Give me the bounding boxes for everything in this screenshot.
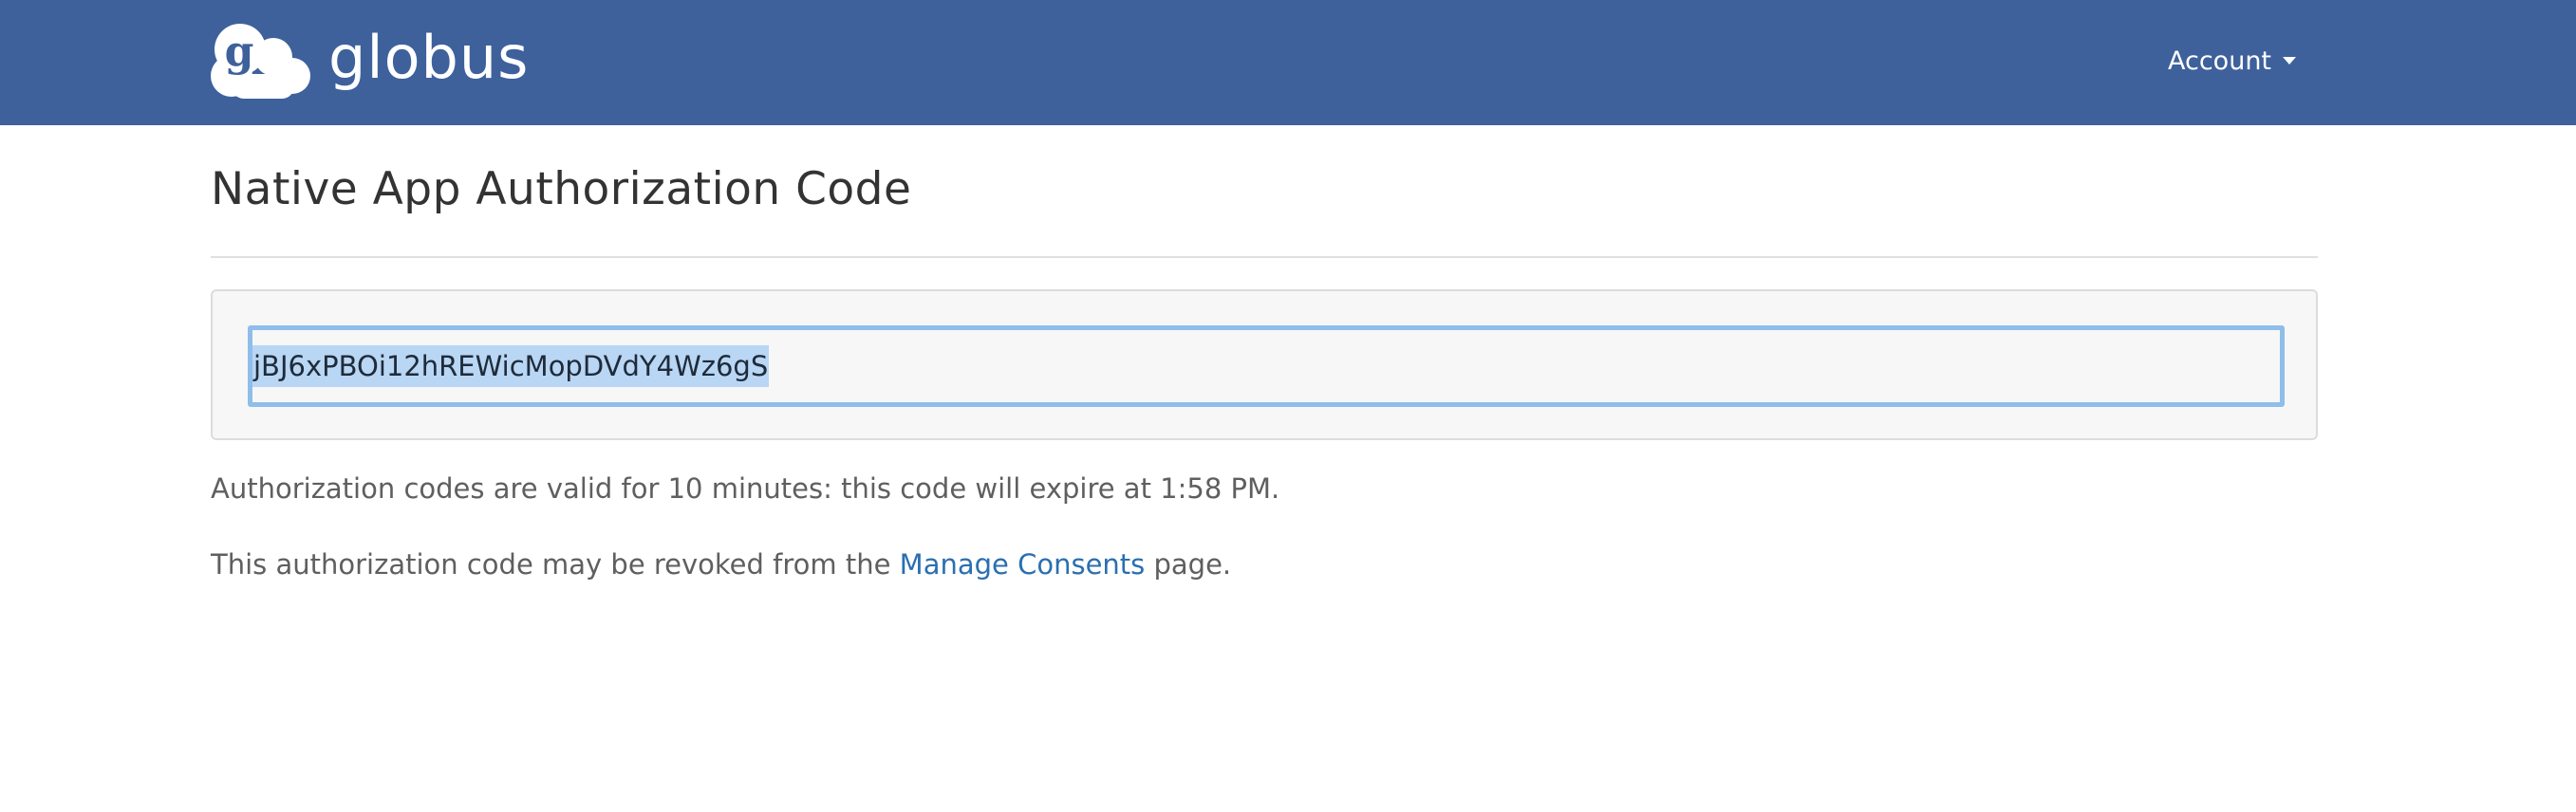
auth-code-well: jBJ6xPBOi12hREWicMopDVdY4Wz6gS — [211, 289, 2318, 440]
top-navbar: g globus Account — [0, 0, 2576, 125]
globus-home-link[interactable]: g globus — [209, 19, 529, 104]
auth-code-value[interactable]: jBJ6xPBOi12hREWicMopDVdY4Wz6gS — [252, 345, 770, 387]
account-dropdown[interactable]: Account — [2168, 42, 2297, 80]
auth-code-field[interactable]: jBJ6xPBOi12hREWicMopDVdY4Wz6gS — [248, 325, 2285, 407]
revoke-prefix: This authorization code may be revoked f… — [211, 548, 900, 581]
globus-cloud-logo-icon: g — [211, 24, 310, 99]
title-divider — [211, 256, 2318, 258]
page-title: Native App Authorization Code — [211, 163, 912, 215]
logo-letter: g — [225, 28, 254, 76]
account-label: Account — [2168, 46, 2272, 76]
brand-name: globus — [328, 23, 530, 92]
manage-consents-link[interactable]: Manage Consents — [900, 548, 1146, 581]
revoke-message: This authorization code may be revoked f… — [211, 548, 1231, 581]
caret-down-icon — [2283, 57, 2297, 65]
revoke-suffix: page. — [1145, 548, 1232, 581]
validity-message: Authorization codes are valid for 10 min… — [211, 472, 1280, 505]
